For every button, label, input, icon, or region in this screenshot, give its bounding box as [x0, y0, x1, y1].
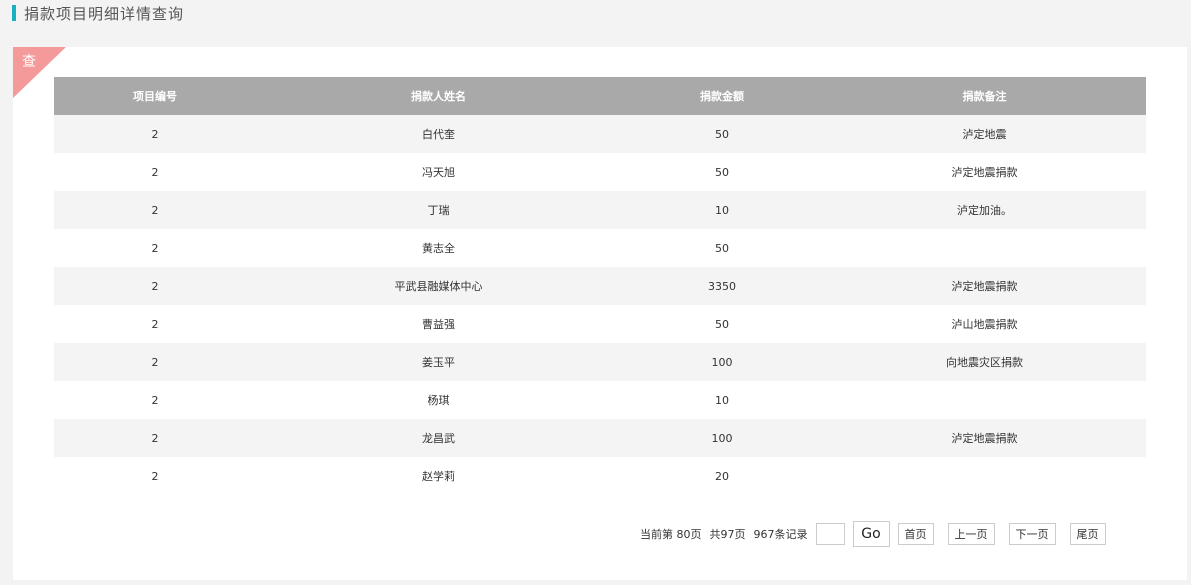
next-page-button[interactable]: 下一页: [1008, 523, 1056, 545]
table-row: 2 曹益强 50 泸山地震捐款: [54, 305, 1146, 343]
cell-amount: 50: [621, 305, 823, 343]
prev-page-button[interactable]: 上一页: [947, 523, 995, 545]
cell-amount: 10: [621, 191, 823, 229]
cell-amount: 10: [621, 381, 823, 419]
cell-donor-name: 黄志全: [256, 229, 621, 267]
go-button[interactable]: Go: [852, 521, 890, 547]
cell-remark: 泸定地震捐款: [823, 267, 1146, 305]
cell-amount: 50: [621, 115, 823, 153]
page-title: 捐款项目明细详情查询: [24, 4, 185, 23]
cell-donor-name: 杨琪: [256, 381, 621, 419]
page-header: 捐款项目明细详情查询: [12, 4, 185, 23]
last-page-button[interactable]: 尾页: [1069, 523, 1106, 545]
table-row: 2 黄志全 50: [54, 229, 1146, 267]
cell-remark: 泸定地震: [823, 115, 1146, 153]
cell-project-id: 2: [54, 153, 256, 191]
cell-donor-name: 赵学莉: [256, 457, 621, 495]
table-row: 2 丁瑞 10 泸定加油。: [54, 191, 1146, 229]
donation-table: 项目编号 捐款人姓名 捐款金额 捐款备注 2 白代奎 50 泸定地震 2 冯天旭…: [54, 77, 1146, 495]
cell-project-id: 2: [54, 305, 256, 343]
cell-remark: 泸定地震捐款: [823, 419, 1146, 457]
first-page-button[interactable]: 首页: [897, 523, 934, 545]
cell-project-id: 2: [54, 457, 256, 495]
table-row: 2 姜玉平 100 向地震灾区捐款: [54, 343, 1146, 381]
page-number-input[interactable]: [815, 523, 845, 545]
cell-remark: 泸定地震捐款: [823, 153, 1146, 191]
table-row: 2 龙昌武 100 泸定地震捐款: [54, 419, 1146, 457]
cell-amount: 50: [621, 153, 823, 191]
pagination: 当前第 80页 共97页 967条记录 Go 首页 上一页 下一页 尾页: [640, 521, 1106, 547]
cell-remark: [823, 457, 1146, 495]
cell-donor-name: 曹益强: [256, 305, 621, 343]
cell-remark: [823, 229, 1146, 267]
cell-donor-name: 丁瑞: [256, 191, 621, 229]
cell-project-id: 2: [54, 115, 256, 153]
table-header-row: 项目编号 捐款人姓名 捐款金额 捐款备注: [54, 77, 1146, 115]
cell-project-id: 2: [54, 229, 256, 267]
cell-donor-name: 冯天旭: [256, 153, 621, 191]
cell-amount: 3350: [621, 267, 823, 305]
total-pages-text: 共97页: [709, 528, 746, 541]
table-row: 2 赵学莉 20: [54, 457, 1146, 495]
corner-ribbon-label: 查: [22, 54, 36, 70]
cell-donor-name: 白代奎: [256, 115, 621, 153]
cell-project-id: 2: [54, 267, 256, 305]
cell-amount: 100: [621, 343, 823, 381]
cell-donor-name: 平武县融媒体中心: [256, 267, 621, 305]
query-panel: 查 项目编号 捐款人姓名 捐款金额 捐款备注 2 白代奎 50 泸定地震 2 冯…: [13, 47, 1187, 580]
current-page-text: 当前第 80页: [640, 528, 702, 541]
table-row: 2 冯天旭 50 泸定地震捐款: [54, 153, 1146, 191]
cell-project-id: 2: [54, 343, 256, 381]
record-count-text: 967条记录: [753, 528, 808, 541]
cell-remark: 泸定加油。: [823, 191, 1146, 229]
table-row: 2 白代奎 50 泸定地震: [54, 115, 1146, 153]
cell-donor-name: 姜玉平: [256, 343, 621, 381]
cell-amount: 20: [621, 457, 823, 495]
table-row: 2 平武县融媒体中心 3350 泸定地震捐款: [54, 267, 1146, 305]
table-row: 2 杨琪 10: [54, 381, 1146, 419]
cell-project-id: 2: [54, 419, 256, 457]
cell-project-id: 2: [54, 381, 256, 419]
cell-amount: 50: [621, 229, 823, 267]
cell-project-id: 2: [54, 191, 256, 229]
column-header-amount: 捐款金额: [621, 77, 823, 115]
title-accent-bar: [12, 5, 16, 21]
cell-remark: [823, 381, 1146, 419]
cell-remark: 向地震灾区捐款: [823, 343, 1146, 381]
column-header-remark: 捐款备注: [823, 77, 1146, 115]
column-header-project-id: 项目编号: [54, 77, 256, 115]
column-header-donor-name: 捐款人姓名: [256, 77, 621, 115]
cell-amount: 100: [621, 419, 823, 457]
cell-donor-name: 龙昌武: [256, 419, 621, 457]
cell-remark: 泸山地震捐款: [823, 305, 1146, 343]
